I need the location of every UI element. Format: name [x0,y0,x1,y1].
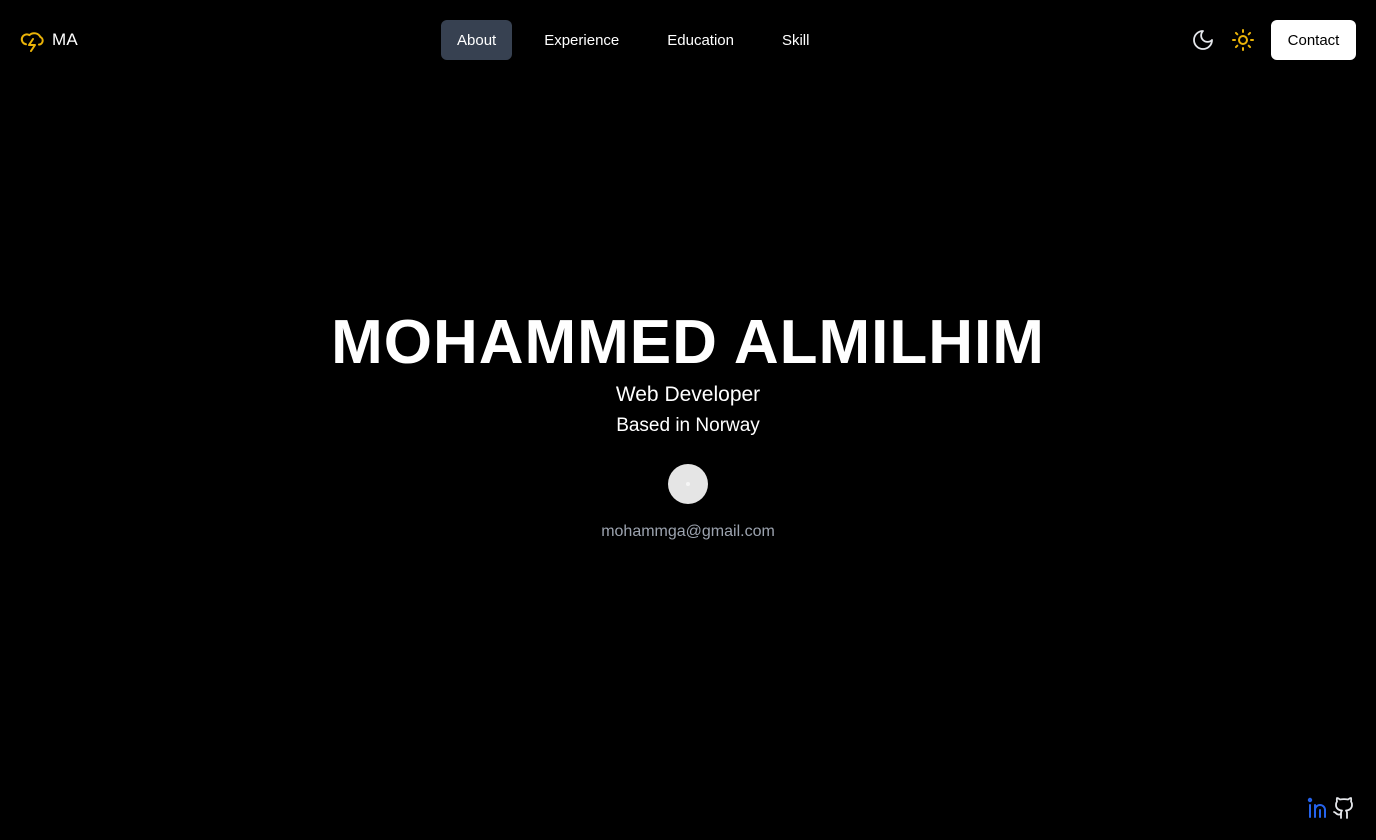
hero-location: Based in Norway [616,415,760,436]
dark-mode-toggle[interactable] [1189,26,1217,54]
email-link[interactable]: mohammga@gmail.com [0,521,1376,543]
nav-item-experience[interactable]: Experience [528,20,635,60]
contact-button[interactable]: Contact [1271,20,1356,60]
main-nav: About Experience Education Skill [441,20,841,60]
nav-item-skill[interactable]: Skill [766,20,826,60]
social-links [1306,796,1356,820]
brand-text: MA [52,30,78,49]
nav-item-about[interactable]: About [441,20,513,60]
linkedin-icon [1307,797,1326,818]
hero-name: MOHAMMED ALMILHIM [331,308,1045,377]
hero-role: Web Developer [615,383,761,406]
page: MA About Experience Education Skill Cont… [0,0,1376,840]
cloud-lightning-icon [20,32,44,52]
linkedin-link[interactable] [1306,796,1330,820]
avatar-placeholder-dot [686,482,690,486]
github-link[interactable] [1332,796,1356,820]
moon-icon [1193,30,1213,50]
light-mode-toggle[interactable] [1229,26,1257,54]
nav-item-education[interactable]: Education [651,20,750,60]
sun-icon [1232,29,1254,51]
github-icon [1333,797,1353,819]
brand-logo-link[interactable]: MA [20,26,78,54]
site-header: MA About Experience Education Skill Cont… [0,0,1376,80]
avatar [668,464,708,504]
